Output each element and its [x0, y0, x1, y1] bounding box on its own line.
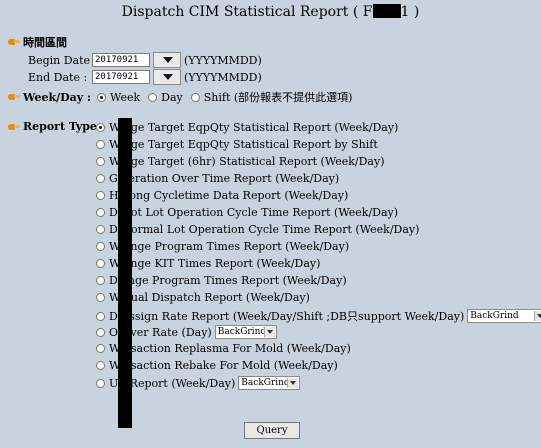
begin-date-dropdown-button[interactable] [153, 52, 181, 68]
redaction-block [372, 4, 401, 18]
report-option-10[interactable]: D ange Program Times Report (Week/Day) [96, 274, 347, 287]
begin-date-row: Begin Date : 20170921 (YYYYMMDD) [28, 52, 262, 68]
pointing-hand-icon [8, 122, 20, 132]
chevron-down-icon [534, 311, 541, 321]
period-shift-radio[interactable] [190, 92, 200, 102]
report-radio[interactable] [96, 157, 105, 166]
redaction-bar [118, 118, 132, 428]
report-radio[interactable] [96, 276, 105, 285]
begin-date-label: Begin Date : [28, 53, 98, 67]
end-date-format: (YYYYMMDD) [184, 70, 262, 84]
begin-date-format: (YYYYMMDD) [184, 53, 262, 67]
report-radio[interactable] [96, 361, 105, 370]
report-option-7[interactable]: D Normal Lot Operation Cycle Time Report… [96, 223, 419, 236]
report-radio[interactable] [96, 378, 105, 388]
report-radio[interactable] [96, 259, 105, 268]
report-radio[interactable] [96, 191, 105, 200]
report-last-select[interactable]: BackGrind [238, 376, 301, 390]
page-title: Dispatch CIM Statistical Report ( F1 ) [121, 4, 420, 20]
report-option-4[interactable]: G peration Over Time Report (Week/Day) [96, 172, 339, 185]
report-radio[interactable] [96, 225, 105, 234]
report-radio[interactable] [96, 327, 105, 337]
report-option-15[interactable]: W nsaction Rebake For Mold (Week/Day) [96, 359, 338, 372]
report-radio[interactable] [96, 208, 105, 217]
report-option-14[interactable]: W nsaction Replasma For Mold (Week/Day) [96, 342, 351, 355]
period-row: Week/Day : Week Day Shift (部份報表不提供此選項) [8, 89, 360, 105]
report-option-2[interactable]: W nge Target EqpQty Statistical Report b… [96, 138, 378, 151]
end-date-row: End Date : 20170921 (YYYYMMDD) [28, 69, 262, 85]
report-type-header: Report Type : [8, 120, 105, 133]
report-option-1[interactable]: W nge Target EqpQty Statistical Report (… [96, 121, 398, 134]
period-day-radio[interactable] [148, 92, 158, 102]
pointing-hand-icon [8, 92, 20, 102]
report-radio[interactable] [96, 344, 105, 353]
report-radio[interactable] [96, 293, 105, 302]
end-date-label: End Date : [28, 70, 88, 84]
over-rate-select[interactable]: BackGrind [214, 325, 277, 339]
end-date-dropdown-button[interactable] [153, 69, 181, 85]
assign-rate-select[interactable]: BackGrind [467, 309, 541, 323]
query-button[interactable]: Query [244, 422, 300, 439]
report-option-8[interactable]: W ange Program Times Report (Week/Day) [96, 240, 349, 253]
begin-date-input[interactable]: 20170921 [92, 53, 150, 67]
report-option-12[interactable]: D Assign Rate Report (Week/Day/Shift ;DB… [96, 308, 541, 324]
chevron-down-icon [287, 378, 299, 388]
end-date-input[interactable]: 20170921 [92, 70, 150, 84]
report-option-3[interactable]: W nge Target (6hr) Statistical Report (W… [96, 155, 385, 168]
pointing-hand-icon [8, 37, 20, 47]
chevron-down-icon [263, 327, 275, 337]
report-radio[interactable] [96, 140, 105, 149]
report-radio[interactable] [96, 242, 105, 251]
report-option-6[interactable]: D Hot Lot Operation Cycle Time Report (W… [96, 206, 398, 219]
report-radio[interactable] [96, 123, 105, 132]
period-week-radio[interactable] [97, 92, 107, 102]
report-radio[interactable] [96, 174, 105, 183]
report-radio[interactable] [96, 311, 105, 321]
time-section-header: 時間區間 [8, 34, 67, 50]
report-option-5[interactable]: H Long Cycletime Data Report (Week/Day) [96, 189, 348, 202]
